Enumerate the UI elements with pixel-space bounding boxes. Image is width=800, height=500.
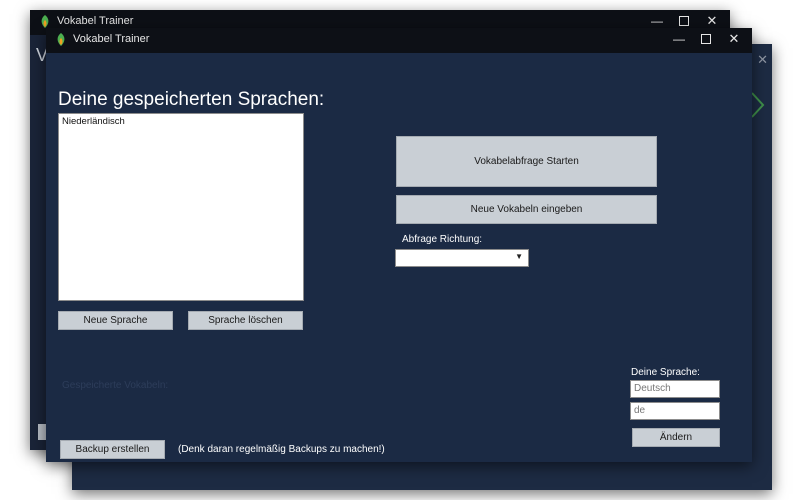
maximize-icon	[701, 34, 711, 44]
maximize-button[interactable]	[698, 31, 714, 47]
create-backup-button[interactable]: Backup erstellen	[60, 440, 165, 459]
direction-label: Abfrage Richtung:	[402, 234, 483, 245]
language-name-input[interactable]: Deutsch	[630, 380, 720, 398]
new-vocab-button[interactable]: Neue Vokabeln eingeben	[396, 195, 657, 224]
new-language-button[interactable]: Neue Sprache	[58, 311, 173, 330]
direction-dropdown[interactable]: ▼	[395, 249, 529, 267]
maximize-icon	[679, 16, 689, 26]
main-window-titlebar[interactable]: Vokabel Trainer — ✕	[46, 28, 752, 53]
languages-listbox[interactable]: Niederländisch	[58, 113, 304, 301]
background-window-1-title: Vokabel Trainer	[57, 15, 134, 27]
maximize-button[interactable]	[676, 13, 692, 29]
own-language-label: Deine Sprache:	[631, 367, 700, 378]
chevron-down-icon[interactable]: ▼	[515, 252, 523, 261]
saved-vocab-label: Gespeicherte Vokabeln:	[62, 380, 169, 391]
delete-language-button[interactable]: Sprache löschen	[188, 311, 303, 330]
main-window: Vokabel Trainer — ✕ Deine gespeicherten …	[46, 28, 752, 462]
list-item[interactable]: Niederländisch	[59, 114, 303, 129]
language-code-input[interactable]: de	[630, 402, 720, 420]
close-button[interactable]: ✕	[726, 31, 742, 47]
minimize-button[interactable]: —	[671, 31, 687, 47]
start-quiz-button[interactable]: Vokabelabfrage Starten	[396, 136, 657, 187]
close-button[interactable]: ✕	[704, 13, 720, 29]
change-language-button[interactable]: Ändern	[632, 428, 720, 447]
app-leaf-icon	[57, 33, 65, 46]
window-title: Vokabel Trainer	[73, 33, 150, 45]
close-button[interactable]: ✕	[757, 52, 768, 68]
languages-heading: Deine gespeicherten Sprachen:	[58, 89, 325, 110]
minimize-button[interactable]: —	[649, 13, 665, 29]
backup-hint: (Denk daran regelmäßig Backups zu machen…	[178, 444, 385, 455]
